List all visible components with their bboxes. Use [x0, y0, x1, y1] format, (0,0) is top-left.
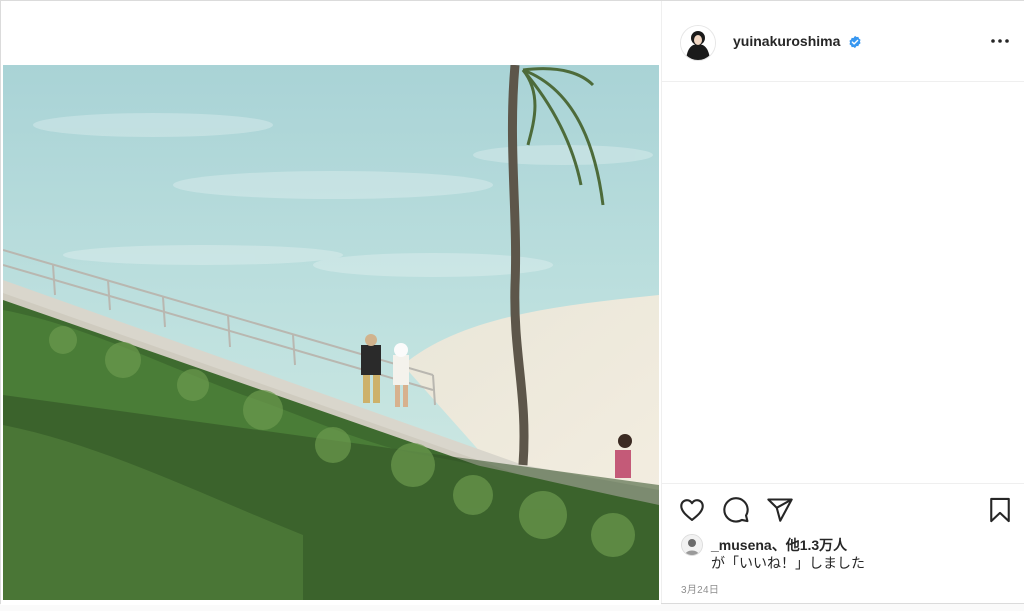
- share-icon[interactable]: [766, 496, 794, 524]
- liker-username-link[interactable]: _musena: [711, 537, 772, 553]
- profile-avatar[interactable]: [680, 25, 716, 61]
- bookmark-icon[interactable]: [986, 496, 1014, 524]
- heart-icon[interactable]: [678, 496, 706, 524]
- likes-line: _musena、他1.3万人: [711, 535, 847, 555]
- more-options-icon[interactable]: [988, 29, 1012, 53]
- post-header: yuinakuroshima: [662, 1, 1024, 82]
- comments-area: [662, 82, 1024, 482]
- liker-avatar-image: [682, 535, 702, 555]
- likes-count-link[interactable]: 、他1.3万人: [772, 537, 847, 553]
- action-bar: [662, 483, 1024, 532]
- profile-username-link[interactable]: yuinakuroshima: [733, 33, 840, 49]
- post-date[interactable]: 3月24日: [681, 581, 719, 596]
- post-sidebar: yuinakuroshima _musena、他1.3万人 が「いいね！」しまし…: [661, 1, 1024, 603]
- post-container: yuinakuroshima _musena、他1.3万人 が「いいね！」しまし…: [0, 0, 1024, 605]
- likes-summary: _musena、他1.3万人 が「いいね！」しました: [681, 533, 1011, 573]
- post-media[interactable]: [1, 1, 661, 605]
- likes-caption: が「いいね！」しました: [711, 555, 865, 571]
- beach-photo-image: [3, 65, 659, 600]
- post-photo[interactable]: [3, 65, 659, 600]
- liker-avatar[interactable]: [681, 534, 703, 556]
- verified-badge-icon: [849, 35, 861, 49]
- comment-icon[interactable]: [722, 496, 750, 524]
- profile-picture-image: [681, 26, 715, 60]
